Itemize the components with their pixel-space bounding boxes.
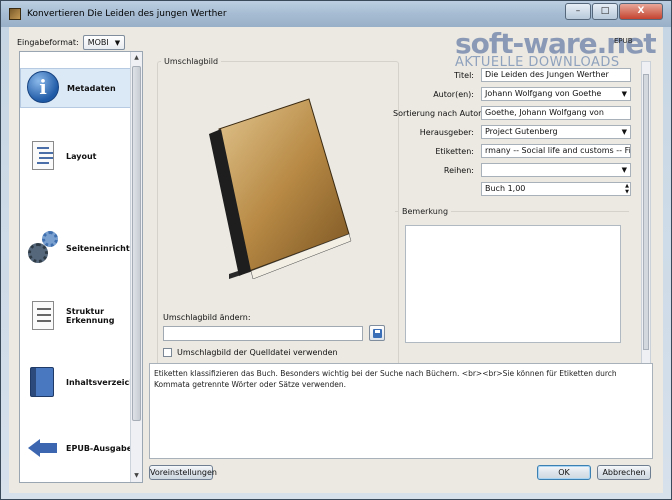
info-icon: i	[27, 71, 61, 105]
sidebar-scrollbar[interactable]: ▲ ▼	[130, 52, 142, 482]
use-source-cover-row[interactable]: Umschlagbild der Quelldatei verwenden	[163, 348, 338, 357]
sidebar-item-label: EPUB-Ausgabe	[66, 443, 133, 453]
sidebar-item-seiteneinrichtung[interactable]: Seiteneinrichtung	[20, 228, 142, 268]
sidebar-item-label-line1: Struktur	[66, 307, 105, 316]
scroll-down-icon[interactable]: ▼	[131, 470, 142, 482]
input-format-select[interactable]: MOBI ▼	[82, 35, 126, 50]
author-value: Johann Wolfgang von Goethe	[485, 89, 602, 98]
chevron-down-icon: ▼	[621, 90, 627, 98]
save-disk-icon	[373, 329, 382, 338]
chevron-down-icon: ▼	[621, 128, 627, 136]
chevron-down-icon: ▼	[114, 38, 121, 47]
sidebar-item-label: Metadaten	[67, 83, 116, 93]
publisher-value: Project Gutenberg	[485, 127, 558, 136]
title-bar[interactable]: Konvertieren Die Leiden des jungen Werth…	[1, 1, 671, 27]
section-sidebar: i Metadaten Layout Seiteneinrichtung Str…	[19, 51, 143, 483]
defaults-button[interactable]: Voreinstellungen	[149, 465, 217, 480]
sidebar-item-label: Struktur Erkennung	[66, 307, 114, 325]
cancel-button[interactable]: Abbrechen	[597, 465, 651, 480]
title-label: Titel:	[454, 71, 474, 80]
app-icon	[9, 8, 21, 20]
chevron-down-icon: ▼	[621, 166, 627, 174]
window-controls: – □ X	[564, 3, 663, 20]
convert-dialog-window: Konvertieren Die Leiden des jungen Werth…	[0, 0, 672, 500]
cover-change-label: Umschlagbild ändern:	[163, 313, 251, 322]
layout-icon	[26, 139, 60, 173]
sidebar-item-struktur-erkennung[interactable]: Struktur Erkennung	[20, 296, 132, 336]
browse-cover-button[interactable]	[369, 325, 385, 341]
arrow-left-icon	[26, 431, 60, 465]
tags-field[interactable]: rmany -- Social life and customs -- Fict…	[481, 144, 631, 158]
output-format-tag: EPUB	[614, 37, 633, 45]
publisher-label: Herausgeber:	[419, 128, 474, 137]
scroll-thumb[interactable]	[643, 74, 649, 350]
sidebar-item-label-line2: Erkennung	[66, 316, 115, 325]
series-index-spinbox[interactable]: Buch 1,00 ▲ ▼	[481, 182, 631, 196]
help-panel: Etiketten klassifizieren das Buch. Beson…	[149, 363, 653, 459]
scroll-thumb[interactable]	[132, 66, 141, 421]
sidebar-item-inhaltsverzeichnis[interactable]: Inhaltsverzeichnis	[20, 362, 142, 402]
title-field[interactable]: Die Leiden des Jungen Werther	[481, 68, 631, 82]
sidebar-item-metadaten[interactable]: i Metadaten	[20, 68, 132, 108]
book-cover-image	[209, 98, 352, 279]
series-combobox[interactable]: ▼	[481, 163, 631, 177]
maximize-button[interactable]: □	[592, 3, 618, 20]
author-sort-label: Sortierung nach Autor:	[393, 109, 484, 118]
comment-textarea[interactable]	[405, 225, 621, 343]
use-source-cover-label: Umschlagbild der Quelldatei verwenden	[177, 348, 338, 357]
author-combobox[interactable]: Johann Wolfgang von Goethe ▼	[481, 87, 631, 101]
series-label: Reihen:	[443, 166, 474, 175]
watermark: soft-ware.net AKTUELLE DOWNLOADS	[455, 27, 657, 70]
minimize-button[interactable]: –	[565, 3, 591, 20]
book-icon	[26, 365, 60, 399]
spin-down-icon[interactable]: ▼	[625, 189, 629, 195]
comment-group-title: Bemerkung	[399, 207, 452, 216]
close-button[interactable]: X	[619, 3, 663, 20]
metadata-scrollbar[interactable]	[641, 61, 651, 369]
scroll-up-icon[interactable]: ▲	[131, 52, 142, 64]
sidebar-item-epub-ausgabe[interactable]: EPUB-Ausgabe	[20, 428, 132, 468]
publisher-combobox[interactable]: Project Gutenberg ▼	[481, 125, 631, 139]
cover-path-input[interactable]	[163, 326, 363, 341]
cover-group-title: Umschlagbild	[161, 57, 222, 66]
sidebar-item-label: Layout	[66, 151, 97, 161]
sidebar-item-layout[interactable]: Layout	[20, 136, 132, 176]
author-label: Autor(en):	[433, 90, 474, 99]
document-icon	[26, 299, 60, 333]
tags-label: Etiketten:	[435, 147, 474, 156]
help-text: Etiketten klassifizieren das Buch. Beson…	[154, 369, 617, 389]
gears-icon	[26, 231, 60, 265]
window-title: Konvertieren Die Leiden des jungen Werth…	[27, 9, 227, 19]
input-format-value: MOBI	[87, 38, 109, 47]
series-index-value: Buch 1,00	[485, 184, 526, 193]
author-sort-field[interactable]: Goethe, Johann Wolfgang von	[481, 106, 631, 120]
input-format-label: Eingabeformat:	[17, 38, 79, 47]
input-format-row: Eingabeformat: MOBI ▼	[17, 35, 126, 50]
ok-button[interactable]: OK	[537, 465, 591, 480]
dialog-content: Eingabeformat: MOBI ▼ soft-ware.net AKTU…	[9, 27, 663, 493]
use-source-cover-checkbox[interactable]	[163, 348, 172, 357]
